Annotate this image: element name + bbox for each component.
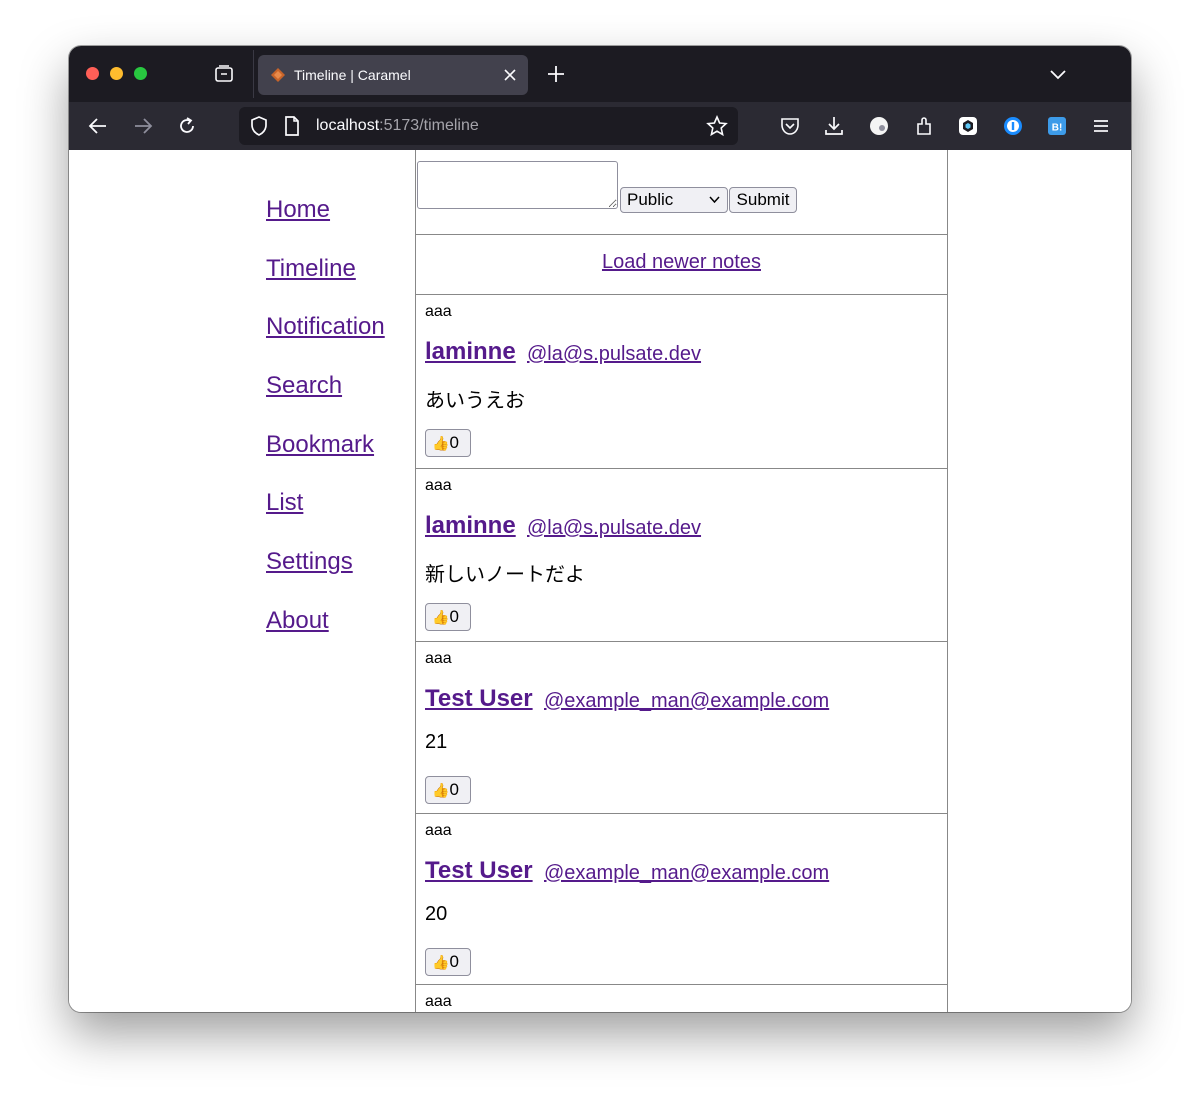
note-item: aaa Test User @example_man@example.com 2… [416, 642, 947, 814]
list-all-tabs-icon[interactable] [1048, 64, 1068, 84]
note-meta: aaa [425, 303, 452, 320]
note-meta: aaa [425, 650, 452, 667]
account-avatar-icon[interactable] [868, 115, 890, 137]
hatena-bookmark-icon[interactable]: B! [1046, 115, 1068, 137]
note-author-handle[interactable]: @example_man@example.com [544, 690, 829, 713]
navigation-toolbar: localhost:5173/timeline B! [69, 102, 1131, 150]
thumbs-up-icon: 👍 [432, 782, 450, 798]
downloads-icon[interactable] [823, 115, 845, 137]
thumbs-up-icon: 👍 [432, 435, 450, 451]
note-author-name[interactable]: laminne [425, 338, 516, 366]
note-body: 21 [425, 731, 448, 753]
sidebar-item-notification[interactable]: Notification [266, 313, 385, 341]
tab-title: Timeline | Caramel [294, 67, 411, 83]
new-tab-icon[interactable] [546, 64, 566, 84]
visibility-selected-value: Public [627, 190, 674, 209]
tab-timeline[interactable]: Timeline | Caramel [258, 55, 528, 95]
sidebar-item-settings[interactable]: Settings [266, 548, 385, 576]
note-author-handle[interactable]: @la@s.pulsate.dev [527, 343, 701, 366]
reaction-count: 0 [449, 952, 459, 971]
visibility-select[interactable]: Public [620, 187, 728, 213]
tab-separator [253, 50, 254, 98]
reaction-count: 0 [449, 433, 459, 452]
page-info-icon[interactable] [281, 115, 303, 137]
password-manager-icon[interactable] [1002, 115, 1024, 137]
reaction-button[interactable]: 👍0 [425, 429, 471, 457]
sidebar-item-search[interactable]: Search [266, 372, 385, 400]
forward-icon[interactable] [132, 115, 154, 137]
reaction-button[interactable]: 👍0 [425, 776, 471, 804]
note-item: aaa Test User @example_man@example.com 2… [416, 814, 947, 985]
note-author-handle[interactable]: @example_man@example.com [544, 862, 829, 885]
sidebar-item-home[interactable]: Home [266, 196, 385, 224]
sidebar-item-about[interactable]: About [266, 607, 385, 635]
bookmark-star-icon[interactable] [706, 115, 728, 137]
pocket-icon[interactable] [779, 115, 801, 137]
note-meta: aaa [425, 822, 452, 839]
shield-icon[interactable] [248, 115, 270, 137]
note-body: 20 [425, 903, 448, 925]
note-item: aaa laminne @la@s.pulsate.dev あいうえお 👍0 [416, 295, 947, 469]
submit-button[interactable]: Submit [729, 187, 797, 213]
note-composer: Public Submit [416, 150, 947, 235]
page-content: Home Timeline Notification Search Bookma… [69, 150, 1131, 1012]
url-text[interactable]: localhost:5173/timeline [316, 117, 479, 135]
load-newer-section: Load newer notes [416, 235, 947, 295]
close-tab-icon[interactable] [500, 65, 520, 85]
minimize-window-button[interactable] [110, 67, 123, 80]
chevron-down-icon [709, 196, 720, 204]
zoom-window-button[interactable] [134, 67, 147, 80]
caramel-favicon-icon [271, 68, 285, 82]
firefox-view-icon[interactable] [214, 64, 234, 84]
reaction-count: 0 [449, 780, 459, 799]
browser-window: Timeline | Caramel localhost:5173/timeli… [69, 46, 1131, 1012]
note-author-name[interactable]: Test User [425, 685, 533, 713]
note-author-name[interactable]: laminne [425, 512, 516, 540]
note-meta: aaa [425, 477, 452, 494]
note-body: あいうえお [425, 390, 525, 412]
svg-text:B!: B! [1052, 123, 1063, 134]
reload-icon[interactable] [176, 115, 198, 137]
load-newer-notes-link[interactable]: Load newer notes [416, 251, 947, 274]
extension-cube-icon[interactable] [957, 115, 979, 137]
back-icon[interactable] [87, 115, 109, 137]
note-item: aaa [416, 985, 947, 1012]
extensions-icon[interactable] [913, 115, 935, 137]
note-author-name[interactable]: Test User [425, 857, 533, 885]
reaction-count: 0 [449, 607, 459, 626]
close-window-button[interactable] [86, 67, 99, 80]
note-author-handle[interactable]: @la@s.pulsate.dev [527, 517, 701, 540]
sidebar-nav: Home Timeline Notification Search Bookma… [266, 196, 385, 666]
tab-strip: Timeline | Caramel [69, 46, 1131, 102]
sidebar-item-bookmark[interactable]: Bookmark [266, 431, 385, 459]
url-path: :5173/timeline [379, 117, 479, 134]
reaction-button[interactable]: 👍0 [425, 603, 471, 631]
note-item: aaa laminne @la@s.pulsate.dev 新しいノートだよ 👍… [416, 469, 947, 642]
timeline-column: Public Submit Load newer notes aaa lamin… [415, 150, 948, 1012]
app-menu-icon[interactable] [1090, 115, 1112, 137]
thumbs-up-icon: 👍 [432, 954, 450, 970]
note-body: 新しいノートだよ [425, 564, 585, 586]
url-bar[interactable]: localhost:5173/timeline [239, 107, 738, 145]
thumbs-up-icon: 👍 [432, 609, 450, 625]
sidebar-item-timeline[interactable]: Timeline [266, 255, 385, 283]
sidebar-item-list[interactable]: List [266, 489, 385, 517]
note-meta: aaa [425, 993, 452, 1010]
reaction-button[interactable]: 👍0 [425, 948, 471, 976]
url-host: localhost [316, 117, 380, 134]
note-textarea[interactable] [417, 161, 618, 209]
